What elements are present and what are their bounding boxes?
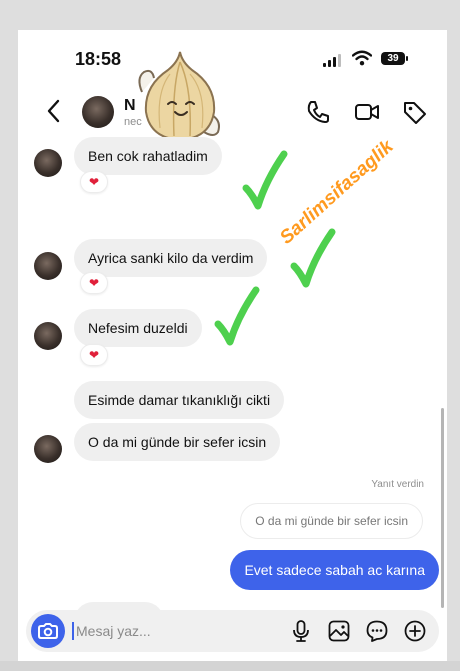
message-bubble[interactable]: Esimde damar tıkanıklığı cikti [74, 381, 285, 419]
phone-screen: 18:58 39 N nec Ben cok rahatladim ❤ Ayri… [18, 30, 447, 671]
sender-avatar [34, 322, 62, 350]
sticker-icon[interactable] [365, 619, 389, 643]
sent-message-bubble[interactable]: Evet sadece sabah ac karına [230, 550, 439, 590]
heart-reaction-badge[interactable]: ❤ [80, 272, 108, 294]
status-bar: 18:58 39 [18, 30, 447, 88]
battery-icon: 39 [381, 52, 408, 65]
scrollbar[interactable] [441, 408, 444, 608]
message-input[interactable] [76, 622, 256, 640]
gallery-icon[interactable] [327, 619, 351, 643]
message-composer [26, 610, 439, 652]
quoted-message-bubble[interactable]: O da mi günde bir sefer icsin [240, 503, 423, 539]
camera-icon[interactable] [31, 614, 65, 648]
tag-icon[interactable] [402, 99, 428, 125]
phone-icon[interactable] [305, 99, 331, 125]
video-camera-icon[interactable] [354, 99, 380, 125]
message-bubble[interactable]: Nefesim duzeldi [74, 309, 202, 347]
sender-avatar [34, 435, 62, 463]
keyboard-edge [0, 661, 460, 671]
message-bubble[interactable]: Ben cok rahatladim [74, 137, 222, 175]
wifi-icon [352, 50, 372, 66]
heart-reaction-badge[interactable]: ❤ [80, 344, 108, 366]
heart-reaction-badge[interactable]: ❤ [80, 171, 108, 193]
chevron-left-icon[interactable] [44, 98, 64, 124]
chat-header: N nec [18, 88, 447, 136]
plus-icon[interactable] [403, 619, 427, 643]
message-bubble[interactable]: O da mi günde bir sefer icsin [74, 423, 281, 461]
message-list[interactable]: Ben cok rahatladim ❤ Ayrica sanki kilo d… [18, 136, 447, 642]
message-bubble[interactable]: Ayrica sanki kilo da verdim [74, 239, 268, 277]
text-cursor [72, 622, 74, 640]
green-checkmark-icon [242, 150, 288, 210]
garlic-sticker [138, 51, 220, 142]
replied-label: Yanıt verdin [371, 479, 424, 490]
cellular-signal-icon [323, 53, 341, 67]
microphone-icon[interactable] [289, 619, 313, 643]
status-time: 18:58 [75, 49, 122, 69]
green-checkmark-icon [214, 286, 260, 346]
contact-avatar[interactable] [82, 96, 114, 128]
sender-avatar [34, 149, 62, 177]
sender-avatar [34, 252, 62, 280]
